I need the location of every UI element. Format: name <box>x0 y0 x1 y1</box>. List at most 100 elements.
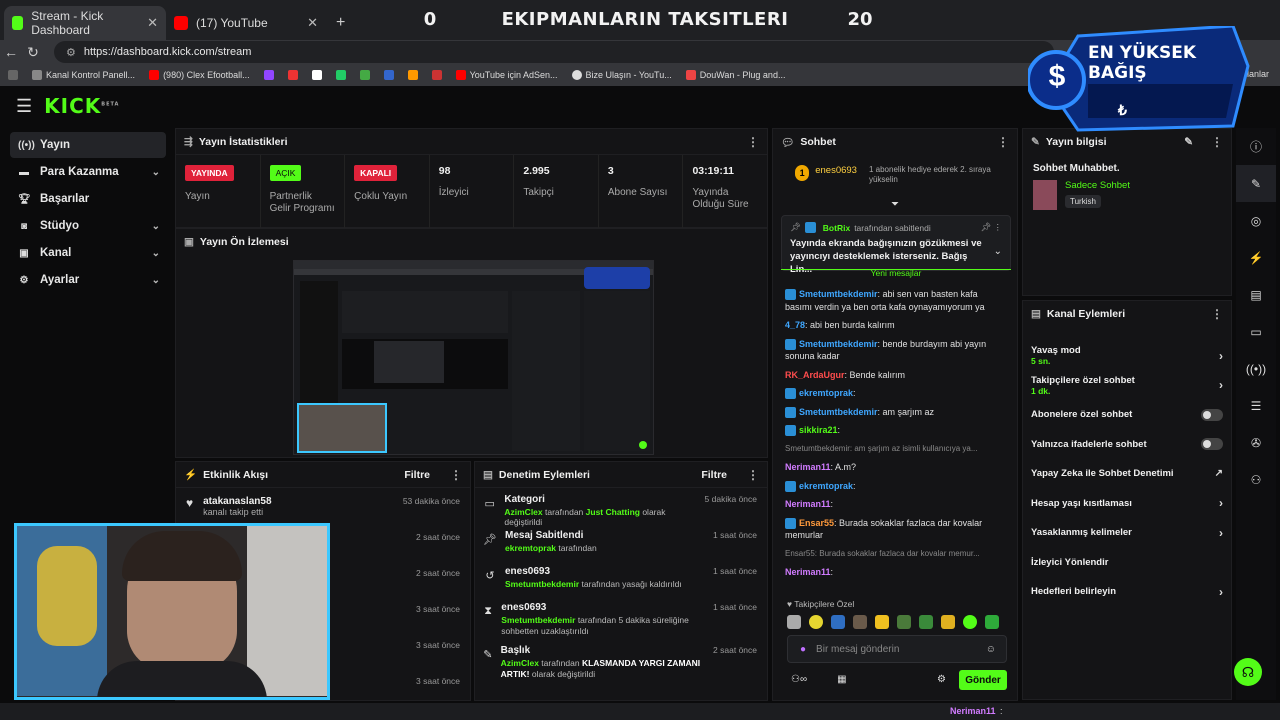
chat-username[interactable]: Smetumtbekdemir <box>799 289 878 299</box>
bookmark-rp-icon[interactable] <box>383 70 394 80</box>
bookmark-apps-icon[interactable] <box>8 70 18 80</box>
bookmark-record-icon[interactable] <box>287 70 298 80</box>
wrench-icon[interactable]: ✇ <box>1236 424 1276 461</box>
store-icon[interactable]: ▦ <box>837 674 846 685</box>
bookmark-25-icon[interactable] <box>359 70 370 80</box>
edit-icon[interactable]: ✎ <box>1184 136 1193 148</box>
bookmark-item[interactable]: YouTube için AdSen... <box>455 70 558 80</box>
users-infinity-icon[interactable]: ⚇∞ <box>791 674 807 685</box>
list-icon[interactable]: ☰ <box>1236 387 1276 424</box>
mod-actor[interactable]: Smetumtbekdemir <box>501 615 575 625</box>
tab-kick-dashboard[interactable]: Stream - Kick Dashboard ✕ <box>4 6 166 40</box>
mic-icon[interactable]: ● <box>800 644 806 655</box>
support-headset-icon[interactable]: ☊ <box>1234 658 1262 686</box>
more-icon[interactable]: ⋮ <box>450 468 462 482</box>
chat-username[interactable]: 4_78 <box>785 320 805 330</box>
sidebar-item-studyo[interactable]: ◙ Stüdyo ⌄ <box>10 213 166 239</box>
emote-only-toggle[interactable] <box>1201 438 1223 451</box>
emoji-icon[interactable]: ☺ <box>986 644 996 655</box>
subscribers-only-toggle[interactable] <box>1201 408 1223 421</box>
send-button[interactable]: Gönder <box>959 670 1007 690</box>
bookmark-item[interactable]: (980) Clex Efootball... <box>149 70 250 80</box>
chat-username[interactable]: Neriman11 <box>785 462 831 472</box>
mod-actor[interactable]: AzimClex <box>501 658 539 668</box>
bookmark-item[interactable]: DouWan - Plug and... <box>685 70 785 80</box>
action-goals[interactable]: Hedefleri belirleyin › <box>1023 577 1231 607</box>
emote-icon[interactable] <box>963 615 977 629</box>
more-icon[interactable]: ⋮ <box>1211 307 1223 321</box>
url-field[interactable]: ⚙ https://dashboard.kick.com/stream <box>54 41 1054 63</box>
settings-gear-icon[interactable]: ⚙ <box>937 674 946 685</box>
edit-icon[interactable]: ✎ <box>1236 165 1276 202</box>
category-link[interactable]: Sadece Sohbet <box>1065 180 1130 191</box>
action-followers-only[interactable]: Takipçilere özel sohbet 1 dk. › <box>1023 371 1231 401</box>
filter-button[interactable]: Filtre <box>701 469 727 481</box>
emote-icon[interactable] <box>919 615 933 629</box>
bookmark-orange-icon[interactable] <box>407 70 418 80</box>
bookmark-x-icon[interactable] <box>311 70 322 80</box>
chat-username[interactable]: ekremtoprak <box>799 481 853 491</box>
menu-icon[interactable]: ☰ <box>16 96 32 117</box>
chat-username[interactable]: ekremtoprak <box>799 388 853 398</box>
stream-preview-video[interactable] <box>293 260 654 455</box>
sidebar-item-para-kazanma[interactable]: ▬ Para Kazanma ⌄ <box>10 159 166 185</box>
emote-icon[interactable] <box>897 615 911 629</box>
reload-icon[interactable]: ↻ <box>22 44 44 61</box>
chat-username[interactable]: Smetumtbekdemir <box>799 407 878 417</box>
mod-title[interactable]: enes0693 <box>505 566 682 577</box>
chat-username[interactable]: Neriman11 <box>785 499 831 509</box>
emote-icon[interactable] <box>941 615 955 629</box>
more-icon[interactable]: ⋮ <box>997 135 1009 149</box>
chevron-down-icon[interactable]: ⌄ <box>994 246 1002 257</box>
sidebar-item-basarilar[interactable]: 🏆︎ Başarılar <box>10 186 166 212</box>
filter-button[interactable]: Filtre <box>404 469 430 481</box>
emote-icon[interactable] <box>831 615 845 629</box>
emote-icon[interactable] <box>853 615 867 629</box>
activity-user[interactable]: atakanaslan58 <box>203 496 271 507</box>
new-tab-button[interactable]: + <box>328 6 352 40</box>
action-account-age[interactable]: Hesap yaşı kısıtlaması › <box>1023 489 1231 519</box>
chat-username[interactable]: Ensar55 <box>799 518 834 528</box>
document-icon[interactable]: ▤ <box>1236 276 1276 313</box>
site-info-icon[interactable]: ⚙ <box>66 46 76 59</box>
chat-username[interactable]: Neriman11 <box>785 567 831 577</box>
sidebar-item-kanal[interactable]: ▣ Kanal ⌄ <box>10 240 166 266</box>
sidebar-item-ayarlar[interactable]: ⚙ Ayarlar ⌄ <box>10 267 166 293</box>
broadcast-icon[interactable]: ((•)) <box>1236 350 1276 387</box>
back-icon[interactable]: ← <box>0 44 22 60</box>
pinned-message[interactable]: 📌︎ BotRix tarafından sabitlendi 📌︎ ⋮ Yay… <box>781 215 1011 275</box>
action-slow-mode[interactable]: Yavaş mod 5 sn. › <box>1023 341 1231 371</box>
action-raid[interactable]: İzleyici Yönlendir <box>1023 548 1231 578</box>
users-icon[interactable]: ⚇ <box>1236 461 1276 498</box>
emote-icon[interactable] <box>985 615 999 629</box>
emote-icon[interactable] <box>809 615 823 629</box>
bookmark-flag-icon[interactable] <box>431 70 442 80</box>
action-ai-moderation[interactable]: Yapay Zeka ile Sohbet Denetimi ↗ <box>1023 459 1231 489</box>
emote-icon[interactable] <box>787 615 801 629</box>
category-thumbnail[interactable] <box>1033 180 1057 210</box>
sidebar-item-yayin[interactable]: ((•)) Yayın <box>10 132 166 158</box>
bookmark-green-icon[interactable] <box>335 70 346 80</box>
mod-actor[interactable]: Smetumtbekdemir <box>505 579 579 589</box>
pinned-by-user[interactable]: BotRix <box>823 223 850 233</box>
camera-icon[interactable]: ◎ <box>1236 202 1276 239</box>
filter-funnel-icon[interactable]: ⏷ <box>891 199 899 210</box>
bookmark-item[interactable]: Bize Ulaşın - YouTu... <box>571 70 672 80</box>
more-icon[interactable]: ⋮ <box>747 468 759 482</box>
chat-input[interactable]: ● Bir mesaj gönderin ☺ <box>787 635 1007 663</box>
tab-youtube[interactable]: (17) YouTube ✕ <box>166 6 326 40</box>
kick-logo[interactable]: KICKBETA <box>44 94 119 118</box>
unpin-icon[interactable]: 📌︎ ⋮ <box>980 222 1002 233</box>
lightning-icon[interactable]: ⚡ <box>1236 239 1276 276</box>
chat-username[interactable]: sikkira21 <box>799 425 838 435</box>
bookmark-item[interactable]: Kanal Kontrol Panell... <box>32 70 135 80</box>
more-icon[interactable]: ⋮ <box>1211 135 1223 149</box>
chat-icon[interactable]: ▭ <box>1236 313 1276 350</box>
bookmark-twitch-icon[interactable] <box>263 70 274 80</box>
gift-user[interactable]: enes0693 <box>815 165 857 176</box>
emote-icon[interactable] <box>875 615 889 629</box>
more-icon[interactable]: ⋮ <box>747 135 759 149</box>
chat-username[interactable]: Smetumtbekdemir <box>799 339 878 349</box>
mod-actor[interactable]: AzimClex <box>504 507 542 517</box>
action-banned-words[interactable]: Yasaklanmış kelimeler › <box>1023 518 1231 548</box>
